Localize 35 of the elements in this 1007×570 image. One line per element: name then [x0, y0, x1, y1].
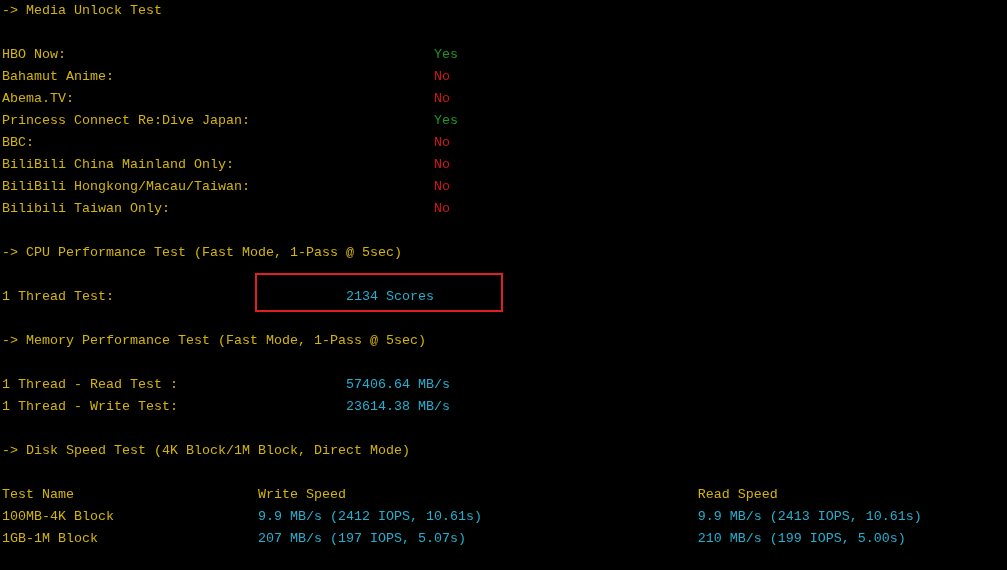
- test-label: BBC:: [2, 134, 35, 152]
- test-label: Abema.TV:: [2, 90, 75, 108]
- result-text: Yes: [433, 112, 458, 130]
- test-label: 1 Thread - Write Test:: [2, 398, 179, 416]
- table-cell-text: 100MB-4K Block: [2, 508, 115, 526]
- result-value: 2134 Scores: [345, 288, 434, 306]
- result-text: No: [433, 178, 450, 196]
- result-value: 23614.38 MB/s: [345, 398, 450, 416]
- test-label: BiliBili China Mainland Only:: [2, 156, 235, 174]
- result-value: 57406.64 MB/s: [345, 376, 450, 394]
- section-heading: -> CPU Performance Test (Fast Mode, 1-Pass @ 5sec): [2, 244, 402, 262]
- result-text: No: [433, 90, 450, 108]
- test-label: Bahamut Anime:: [2, 68, 115, 86]
- result-text: No: [433, 200, 450, 218]
- table-cell-text: 207 MB/s (197 IOPS, 5.07s): [257, 530, 467, 548]
- table-cell-text: 210 MB/s (199 IOPS, 5.00s): [697, 530, 906, 548]
- test-label: 1 Thread - Read Test :: [2, 376, 179, 394]
- result-text: Yes: [433, 46, 458, 64]
- column-header: Test Name: [2, 486, 75, 504]
- test-label: Princess Connect Re:Dive Japan:: [2, 112, 251, 130]
- test-label: HBO Now:: [2, 46, 67, 64]
- test-label: Bilibili Taiwan Only:: [2, 200, 171, 218]
- table-cell-text: 1GB-1M Block: [2, 530, 99, 548]
- result-text: No: [433, 68, 450, 86]
- result-text: No: [433, 156, 450, 174]
- table-cell-text: 9.9 MB/s (2412 IOPS, 10.61s): [257, 508, 483, 526]
- test-label: 1 Thread Test:: [2, 288, 115, 306]
- result-text: No: [433, 134, 450, 152]
- section-heading: -> Disk Speed Test (4K Block/1M Block, Direct Mode): [2, 442, 410, 460]
- section-heading: -> Memory Performance Test (Fast Mode, 1-Pass @ 5sec): [2, 332, 426, 350]
- table-cell-text: 9.9 MB/s (2413 IOPS, 10.61s): [697, 508, 922, 526]
- test-label: BiliBili Hongkong/Macau/Taiwan:: [2, 178, 251, 196]
- column-header: Read Speed: [697, 486, 778, 504]
- column-header: Write Speed: [257, 486, 347, 504]
- section-heading: -> Media Unlock Test: [2, 2, 162, 20]
